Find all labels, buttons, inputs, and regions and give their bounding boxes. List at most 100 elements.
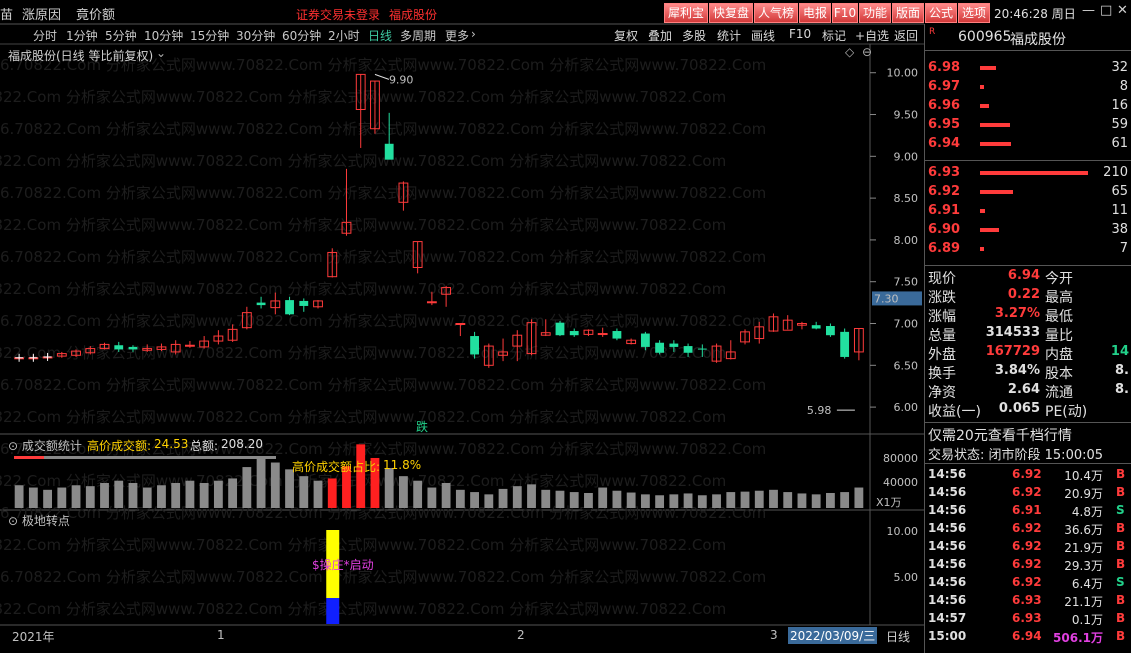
bid-price[interactable]: 6.92 xyxy=(928,184,960,199)
volume-bar xyxy=(626,492,636,508)
ask-volume-bar xyxy=(980,123,1011,127)
kline-chart[interactable]: 6.70822.Com 分析家公式网www.70822.Com 分析家公式网ww… xyxy=(0,0,924,653)
tick-volume: 20.9万 xyxy=(1064,487,1103,501)
minimize-icon[interactable]: — xyxy=(1082,3,1095,18)
price-tick-label: 7.50 xyxy=(894,276,919,289)
chevron-down-icon[interactable]: ⌄ xyxy=(156,46,166,60)
tick-volume: 29.3万 xyxy=(1064,559,1103,573)
tool-tab-2[interactable]: 多股 xyxy=(682,27,706,44)
tool-tab-3[interactable]: 统计 xyxy=(717,27,741,44)
high-price-label: 9.90 xyxy=(389,73,414,86)
tick-time: 14:56 xyxy=(928,485,967,499)
tick-time: 14:56 xyxy=(928,575,967,589)
tick-price: 6.92 xyxy=(1012,575,1042,589)
signal-text: $操庄*启动 xyxy=(312,558,374,572)
volume-bar xyxy=(228,478,238,508)
total-amount-label: 总额: xyxy=(190,439,219,453)
watermark-text: 6.70822.Com 分析家公式网www.70822.Com 分析家公式网ww… xyxy=(0,408,726,426)
volume-bar xyxy=(669,494,679,508)
period-label[interactable]: 日线 xyxy=(886,628,910,645)
watermark-text: 6.70822.Com 分析家公式网www.70822.Com 分析家公式网ww… xyxy=(0,376,766,394)
bid-price[interactable]: 6.90 xyxy=(928,222,960,237)
diamond-icon[interactable]: ◇ xyxy=(845,45,854,59)
chevron-right-icon[interactable]: › xyxy=(471,27,476,41)
volume-bar xyxy=(797,493,807,508)
tool-tab-1[interactable]: 叠加 xyxy=(648,27,672,44)
period-tab-5[interactable]: 30分钟 xyxy=(236,27,275,44)
period-tab-2[interactable]: 5分钟 xyxy=(105,27,137,44)
tick-side: S xyxy=(1116,575,1125,589)
volume-bar xyxy=(470,492,479,508)
period-tab-10[interactable]: 更多 xyxy=(445,27,469,44)
period-tab-1[interactable]: 1分钟 xyxy=(66,27,98,44)
volume-bar xyxy=(399,476,408,508)
signal-tick-label: 10.00 xyxy=(887,525,919,538)
tool-tab-0[interactable]: 复权 xyxy=(614,27,638,44)
candle-body xyxy=(285,300,294,315)
tick-time: 14:56 xyxy=(928,539,967,553)
volume-bar xyxy=(285,469,294,508)
candle-body xyxy=(669,343,679,347)
tick-side: B xyxy=(1116,539,1126,553)
candle-body xyxy=(597,333,608,336)
ask-price[interactable]: 6.98 xyxy=(928,60,960,75)
tool-tab-6[interactable]: 标记 xyxy=(822,27,846,44)
signal-indicator-name: ⊙ 极地转点 xyxy=(8,512,70,529)
quote-label: PE(动) xyxy=(1045,404,1088,420)
watermark-text: 6.70822.Com 分析家公式网www.70822.Com 分析家公式网ww… xyxy=(0,536,726,554)
tool-tab-8[interactable]: 返回 xyxy=(894,27,918,44)
quote-value: 3.27% xyxy=(994,306,1040,321)
promo-text[interactable]: 仅需20元查看千档行情 xyxy=(928,425,1072,445)
volume-dot-icon[interactable]: ⊙ xyxy=(8,439,18,453)
bid-price[interactable]: 6.93 xyxy=(928,165,960,180)
tool-button-8[interactable]: 选项 xyxy=(958,3,990,23)
bid-price[interactable]: 6.91 xyxy=(928,203,960,218)
quote-label: 最低 xyxy=(1045,309,1073,325)
signal-dot-icon[interactable]: ⊙ xyxy=(8,514,18,528)
bid-volume: 38 xyxy=(1111,222,1128,237)
watermark-text: 6.70822.Com 分析家公式网www.70822.Com 分析家公式网ww… xyxy=(0,600,726,618)
bid-price[interactable]: 6.89 xyxy=(928,241,960,256)
tool-button-7[interactable]: 公式 xyxy=(925,3,957,23)
bid-volume-bar xyxy=(980,228,1000,232)
quote-value: 8. xyxy=(1115,382,1129,397)
period-tab-8[interactable]: 日线 xyxy=(368,27,392,44)
settings-icon[interactable]: ⊖ xyxy=(862,45,872,59)
period-tab-7[interactable]: 2小时 xyxy=(328,27,360,44)
tick-price: 6.92 xyxy=(1012,521,1042,535)
period-tab-6[interactable]: 60分钟 xyxy=(282,27,321,44)
period-tab-4[interactable]: 15分钟 xyxy=(190,27,229,44)
ask-price[interactable]: 6.97 xyxy=(928,79,960,94)
high-amount-label: 高价成交额: xyxy=(87,439,152,453)
divider xyxy=(924,50,1131,51)
tick-time: 14:56 xyxy=(928,467,967,481)
ask-price[interactable]: 6.96 xyxy=(928,98,960,113)
tick-price: 6.93 xyxy=(1012,611,1042,625)
close-icon[interactable]: ✕ xyxy=(1117,3,1128,18)
tool-tab-7[interactable]: +自选 xyxy=(855,27,889,44)
period-tab-9[interactable]: 多周期 xyxy=(400,27,436,44)
volume-bar xyxy=(712,494,721,508)
time-label-3: 3 xyxy=(770,628,778,642)
ask-price[interactable]: 6.94 xyxy=(928,136,960,151)
period-tab-3[interactable]: 10分钟 xyxy=(144,27,183,44)
tool-tab-4[interactable]: 画线 xyxy=(751,27,775,44)
volume-bar xyxy=(128,482,138,508)
candle-body xyxy=(811,325,821,329)
volume-bar xyxy=(726,492,736,508)
signal-bar-blue xyxy=(326,598,340,624)
quote-label: 涨幅 xyxy=(928,309,956,325)
candle-body xyxy=(640,333,650,347)
divider xyxy=(924,463,1131,464)
watermark-text: 6.70822.Com 分析家公式网www.70822.Com 分析家公式网ww… xyxy=(0,216,726,234)
stock-badge: R xyxy=(929,27,936,37)
tick-volume: 10.4万 xyxy=(1064,469,1103,483)
period-tab-0[interactable]: 分时 xyxy=(33,27,57,44)
tool-tab-5[interactable]: F10 xyxy=(789,27,811,41)
quote-value: 6.94 xyxy=(1007,268,1040,283)
quote-value: 2.64 xyxy=(1007,382,1040,397)
volume-bar xyxy=(299,476,309,508)
watermark-text: 6.70822.Com 分析家公式网www.70822.Com 分析家公式网ww… xyxy=(0,248,766,266)
ask-price[interactable]: 6.95 xyxy=(928,117,960,132)
maximize-icon[interactable]: □ xyxy=(1100,3,1112,18)
